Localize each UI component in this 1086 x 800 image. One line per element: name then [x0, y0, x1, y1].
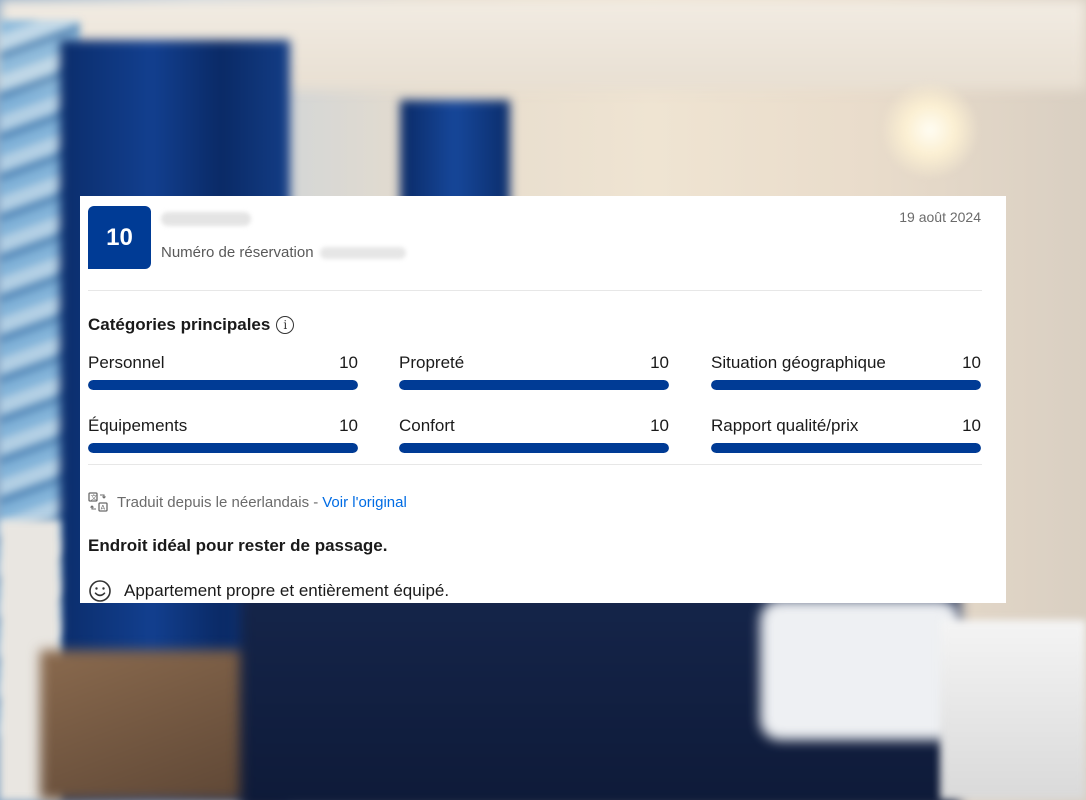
- category-label: Personnel: [88, 353, 165, 372]
- review-card: 10 Numéro de réservation 19 août 2024 Ca…: [80, 196, 1006, 603]
- category-item: Confort 10: [399, 416, 669, 453]
- category-score: 10: [339, 353, 358, 372]
- category-bar: [399, 443, 669, 453]
- category-label: Équipements: [88, 416, 188, 435]
- category-bar: [399, 380, 669, 390]
- category-item: Propreté 10: [399, 353, 669, 390]
- categories-heading: Catégories principales i: [88, 315, 295, 335]
- divider: [88, 464, 982, 465]
- category-score: 10: [962, 416, 981, 435]
- translate-icon: 文 A: [88, 492, 108, 512]
- booking-number-label: Numéro de réservation: [161, 244, 314, 261]
- svg-text:文: 文: [91, 493, 98, 502]
- category-score: 10: [339, 416, 358, 435]
- category-score: 10: [650, 353, 669, 372]
- category-bar: [88, 443, 358, 453]
- category-item: Rapport qualité/prix 10: [711, 416, 981, 453]
- category-label: Rapport qualité/prix: [711, 416, 859, 435]
- category-label: Situation géographique: [711, 353, 886, 372]
- category-score: 10: [962, 353, 981, 372]
- category-bar: [88, 380, 358, 390]
- category-label: Confort: [399, 416, 455, 435]
- category-score: 10: [650, 416, 669, 435]
- category-item: Situation géographique 10: [711, 353, 981, 390]
- categories-title: Catégories principales: [88, 315, 271, 334]
- divider: [88, 290, 982, 291]
- category-bar: [711, 443, 981, 453]
- reviewer-name-redacted: [161, 212, 251, 226]
- translation-label: Traduit depuis le néerlandais -: [117, 493, 319, 511]
- category-label: Propreté: [399, 353, 465, 372]
- category-bar: [711, 380, 981, 390]
- score-badge: 10: [88, 206, 151, 269]
- booking-number-row: Numéro de réservation: [161, 244, 406, 261]
- category-item: Équipements 10: [88, 416, 358, 453]
- see-original-link[interactable]: Voir l'original: [322, 494, 407, 511]
- positive-comment: Appartement propre et entièrement équipé…: [88, 579, 449, 603]
- review-title: Endroit idéal pour rester de passage.: [88, 536, 388, 555]
- booking-number-redacted: [319, 246, 406, 259]
- svg-text:A: A: [101, 503, 106, 511]
- review-date: 19 août 2024: [899, 209, 981, 225]
- category-item: Personnel 10: [88, 353, 358, 390]
- translation-note: 文 A Traduit depuis le néerlandais - Voir…: [88, 492, 407, 512]
- smile-icon: [89, 580, 111, 602]
- positive-text: Appartement propre et entièrement équipé…: [124, 581, 450, 600]
- info-icon[interactable]: i: [276, 316, 295, 334]
